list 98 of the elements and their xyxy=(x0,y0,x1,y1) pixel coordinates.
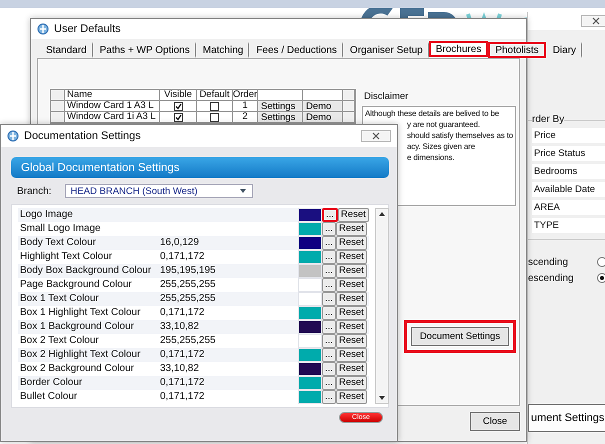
field-label: Branch: xyxy=(17,186,52,196)
radio-button[interactable] xyxy=(597,257,605,267)
setting-value: 255,255,255 xyxy=(159,292,217,306)
browse-button[interactable]: ... xyxy=(322,278,336,292)
setting-value: 33,10,82 xyxy=(159,362,200,376)
reset-button[interactable]: Reset xyxy=(336,362,367,376)
close-button[interactable] xyxy=(581,15,605,27)
document-settings-button[interactable]: ument Settings xyxy=(528,404,605,432)
column-header: Default xyxy=(197,90,233,101)
order-option[interactable]: Available Date xyxy=(532,182,605,197)
browse-button[interactable]: ... xyxy=(322,348,336,362)
setting-name: Logo Image xyxy=(19,208,74,222)
reset-button[interactable]: Reset xyxy=(336,250,367,264)
app-icon xyxy=(37,23,49,35)
browse-button[interactable]: ... xyxy=(322,390,336,404)
reset-button[interactable]: Reset xyxy=(336,278,367,292)
checkbox[interactable] xyxy=(174,102,182,110)
setting-value: 0,171,172 xyxy=(159,376,206,390)
column-header: Visible xyxy=(160,90,197,101)
setting-value: 16,0,129 xyxy=(159,236,200,250)
reset-button[interactable]: Reset xyxy=(336,222,367,236)
setting-name: Box 1 Text Colour xyxy=(19,292,100,306)
tab[interactable]: Brochures xyxy=(428,41,488,57)
setting-name: Body Text Colour xyxy=(19,236,97,250)
checkbox[interactable] xyxy=(210,102,219,110)
setting-value: 195,195,195 xyxy=(159,264,217,278)
close-icon xyxy=(592,17,600,25)
order-option[interactable]: Bedrooms xyxy=(532,164,605,179)
field-label: Disclaimer xyxy=(364,91,410,102)
setting-value: 0,171,172 xyxy=(159,250,206,264)
section-header: Global Documentation Settings xyxy=(11,157,389,178)
app-icon xyxy=(7,130,19,142)
setting-name: Highlight Text Colour xyxy=(19,250,114,264)
setting-name: Box 2 Text Colour xyxy=(19,334,100,348)
radio-label: escending xyxy=(528,272,574,284)
browse-button[interactable]: ... xyxy=(322,208,338,222)
window-title: Documentation Settings xyxy=(24,130,141,142)
browse-button[interactable]: ... xyxy=(322,250,336,264)
setting-name: Box 2 Highlight Text Colour xyxy=(19,348,142,362)
settings-button[interactable]: Settings xyxy=(258,101,303,112)
reset-button[interactable]: Reset xyxy=(338,208,369,222)
setting-name: Border Colour xyxy=(19,376,84,390)
radio-label: scending xyxy=(528,256,568,268)
browse-button[interactable]: ... xyxy=(322,292,336,306)
setting-name: Page Background Colour xyxy=(19,278,133,292)
document-settings-button[interactable]: Document Settings xyxy=(410,327,510,346)
setting-name: Small Logo Image xyxy=(19,222,102,236)
reset-button[interactable]: Reset xyxy=(336,264,367,278)
browse-button[interactable]: ... xyxy=(322,320,336,334)
setting-name: Bullet Colour xyxy=(19,390,78,404)
demo-button[interactable]: Demo xyxy=(303,112,343,123)
radio-button[interactable] xyxy=(597,273,605,283)
order-option[interactable]: Price xyxy=(532,128,605,143)
setting-value: 33,10,82 xyxy=(159,320,200,334)
browse-button[interactable]: ... xyxy=(322,306,336,320)
reset-button[interactable]: Reset xyxy=(336,320,367,334)
browse-button[interactable]: ... xyxy=(322,334,336,348)
browse-button[interactable]: ... xyxy=(322,222,336,236)
checkbox[interactable] xyxy=(210,112,219,122)
reset-button[interactable]: Reset xyxy=(336,390,367,404)
browse-button[interactable]: ... xyxy=(322,264,336,278)
caret-icon xyxy=(240,189,246,193)
setting-name: Box 1 Background Colour xyxy=(19,320,135,334)
order-option[interactable]: AREA xyxy=(532,200,605,215)
browse-button[interactable]: ... xyxy=(322,362,336,376)
branch-dropdown[interactable]: HEAD BRANCH (South West) xyxy=(65,184,254,198)
tab[interactable]: Photolists xyxy=(488,42,546,58)
window-title: User Defaults xyxy=(54,23,121,35)
reset-button[interactable]: Reset xyxy=(336,236,367,250)
close-button[interactable] xyxy=(361,130,391,142)
reset-button[interactable]: Reset xyxy=(336,348,367,362)
column-header: Name xyxy=(65,90,160,101)
order-option[interactable]: TYPE xyxy=(532,218,605,233)
reset-button[interactable]: Reset xyxy=(336,292,367,306)
close-button[interactable]: Close xyxy=(470,412,520,431)
setting-name: Body Box Background Colour xyxy=(19,264,152,278)
browse-button[interactable]: ... xyxy=(322,376,336,390)
group-label: rder By xyxy=(532,114,564,125)
table-cell: Window Card 1 A3 L xyxy=(65,101,160,112)
row-header[interactable] xyxy=(51,112,65,123)
setting-value: 0,171,172 xyxy=(159,390,206,404)
setting-value: 255,255,255 xyxy=(159,278,217,292)
reset-button[interactable]: Reset xyxy=(336,306,367,320)
reset-button[interactable]: Reset xyxy=(336,334,367,348)
order-option[interactable]: Price Status xyxy=(532,146,605,161)
setting-value: 255,255,255 xyxy=(159,334,217,348)
setting-name: Box 2 Background Colour xyxy=(19,362,135,376)
settings-button[interactable]: Settings xyxy=(258,112,303,123)
setting-value: 0,171,172 xyxy=(159,306,206,320)
close-icon xyxy=(372,132,380,140)
reset-button[interactable]: Reset xyxy=(336,376,367,390)
scrollbar[interactable] xyxy=(374,208,389,404)
checkbox[interactable] xyxy=(174,112,182,122)
setting-value: 0,171,172 xyxy=(159,348,206,362)
table-cell: Window Card 1i A3 L xyxy=(65,112,160,123)
browse-button[interactable]: ... xyxy=(322,236,336,250)
setting-name: Box 1 Highlight Text Colour xyxy=(19,306,142,320)
demo-button[interactable]: Demo xyxy=(303,101,343,112)
